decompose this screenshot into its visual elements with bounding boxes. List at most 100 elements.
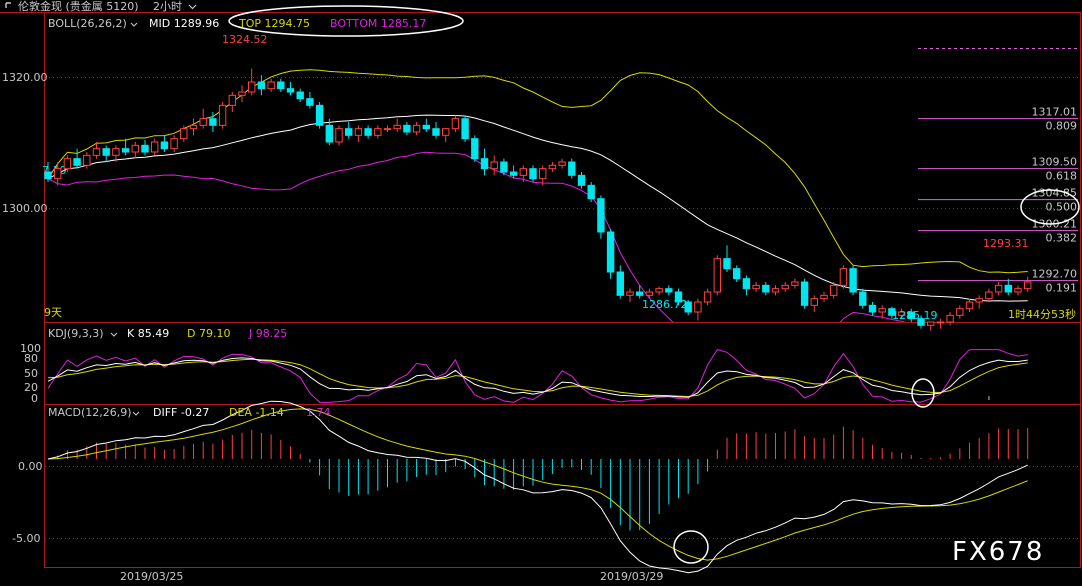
candle-body — [694, 301, 702, 313]
candle-body — [752, 284, 760, 290]
candle-body — [558, 161, 566, 166]
kdj-axis: 100 80 50 20 0 — [20, 342, 41, 405]
candle-body — [946, 314, 954, 323]
macd-tick-minus5: -5.00 — [12, 532, 40, 545]
candle-body — [267, 81, 275, 90]
candle-body — [606, 231, 615, 273]
price-tick-1300: 1300.00 — [2, 202, 48, 215]
candle-body — [849, 268, 857, 293]
macd-diff-line — [47, 400, 1028, 574]
candle-body — [170, 138, 178, 150]
candle-body — [878, 308, 886, 313]
candle-body — [432, 128, 440, 136]
candle-body — [956, 308, 964, 316]
macd-diff-value: DIFF -0.27 — [153, 406, 209, 419]
candle-body — [141, 144, 149, 153]
kdj-j-value: J 98.25 — [248, 327, 287, 340]
candle-body — [810, 298, 818, 306]
kdj-tick-80: 80 — [24, 352, 38, 365]
candle-body — [839, 268, 848, 286]
candle-body — [374, 128, 382, 136]
chevron-down-icon[interactable] — [130, 22, 138, 27]
candle-body — [228, 94, 237, 106]
candle-body — [703, 291, 712, 303]
candle-body — [286, 88, 295, 93]
date-label-0329: 2019/03/29 — [600, 570, 663, 583]
chevron-down-icon[interactable] — [132, 411, 140, 416]
candle-body — [160, 141, 169, 150]
gold-2h-chart[interactable]: 伦敦金现 (贵金属 5120) 2小时 1320.00 1300.00 7.10… — [0, 0, 1082, 586]
candle-body — [665, 288, 673, 293]
candle-body — [820, 294, 828, 300]
candle-body — [1004, 284, 1012, 293]
kdj-tick-50: 50 — [24, 367, 38, 380]
candle-body — [830, 284, 838, 296]
candle-body — [189, 124, 198, 130]
arrow-up-left-icon[interactable] — [5, 2, 11, 8]
candle-body — [965, 301, 974, 310]
candle-body — [325, 124, 334, 143]
fibonacci-levels: 1317.010.8091309.500.6181304.850.5001300… — [918, 48, 1078, 295]
candle-body — [529, 168, 537, 180]
macd-dea-line — [47, 408, 1028, 561]
kdj-d-value: D 79.10 — [187, 327, 230, 340]
candle-body — [985, 291, 993, 300]
candle-body — [403, 124, 411, 133]
candle-body — [83, 154, 91, 166]
boll-top-value: TOP 1294.75 — [238, 17, 310, 30]
candle-body — [451, 118, 460, 130]
high-price-label: 1324.52 — [222, 33, 268, 46]
candle-body — [73, 158, 81, 166]
kdj-label[interactable]: KDJ(9,3,3) — [48, 327, 104, 340]
title-bar: 伦敦金现 (贵金属 5120) 2小时 — [5, 0, 197, 13]
watermark-logo: FX678 — [952, 537, 1044, 567]
candle-body — [461, 118, 469, 140]
candle-body — [44, 171, 52, 180]
highlight-circle-kdj — [911, 378, 935, 408]
time-axis: 2019/03/25 2019/03/29 — [120, 570, 663, 583]
candle-body — [539, 168, 547, 180]
fib-price-label: 1292.70 — [1032, 268, 1078, 281]
candle-body — [383, 128, 392, 131]
candle-body — [645, 291, 654, 296]
candle-body — [723, 258, 731, 270]
candle-body — [199, 118, 207, 126]
fib-ratio-label: 0.500 — [1046, 201, 1078, 214]
candle-body — [791, 281, 799, 286]
kdj-tick-0: 0 — [31, 392, 38, 405]
kdj-lines — [47, 349, 1028, 403]
fib-ratio-label: 0.382 — [1046, 232, 1078, 245]
macd-label[interactable]: MACD(12,26,9) — [48, 406, 132, 419]
candle-body — [771, 288, 780, 293]
fib-price-label: 1317.01 — [1032, 106, 1078, 119]
bollinger-bands — [47, 69, 1028, 322]
period-selector[interactable]: 2小时 — [153, 0, 182, 13]
macd-dea-value: DEA -1.14 — [229, 406, 284, 419]
candle-body — [480, 158, 489, 170]
candle-body — [800, 281, 809, 306]
candle-body — [364, 128, 372, 136]
price-axis: 1320.00 1300.00 7.10 — [2, 71, 67, 215]
candle-body — [92, 148, 101, 156]
chevron-down-icon[interactable] — [110, 332, 118, 337]
boll-mid-value: MID 1289.96 — [149, 17, 219, 30]
candle-body — [781, 284, 789, 290]
chevron-down-icon[interactable] — [188, 4, 197, 10]
boll-label[interactable]: BOLL(26,26,2) — [48, 17, 127, 30]
candle-body — [868, 304, 877, 313]
candle-body — [151, 141, 159, 153]
kdj-k-value: K 85.49 — [127, 327, 169, 340]
candle-body — [218, 104, 227, 126]
boll-top-line — [47, 69, 1028, 274]
candle-body — [994, 284, 1003, 293]
candle-body — [626, 291, 634, 296]
fib-price-label: 1309.50 — [1032, 156, 1078, 169]
candle-body — [762, 284, 770, 293]
macd-header: MACD(12,26,9) DIFF -0.27 DEA -1.14 1.74 — [48, 406, 331, 419]
fib-ratio-label: 0.191 — [1046, 282, 1078, 295]
low-price-label-2: 1285.19 — [892, 309, 938, 322]
candle-body — [393, 124, 401, 130]
macd-tick-0: 0.00 — [18, 460, 43, 473]
candle-body — [180, 128, 188, 140]
candle-body — [277, 81, 285, 90]
